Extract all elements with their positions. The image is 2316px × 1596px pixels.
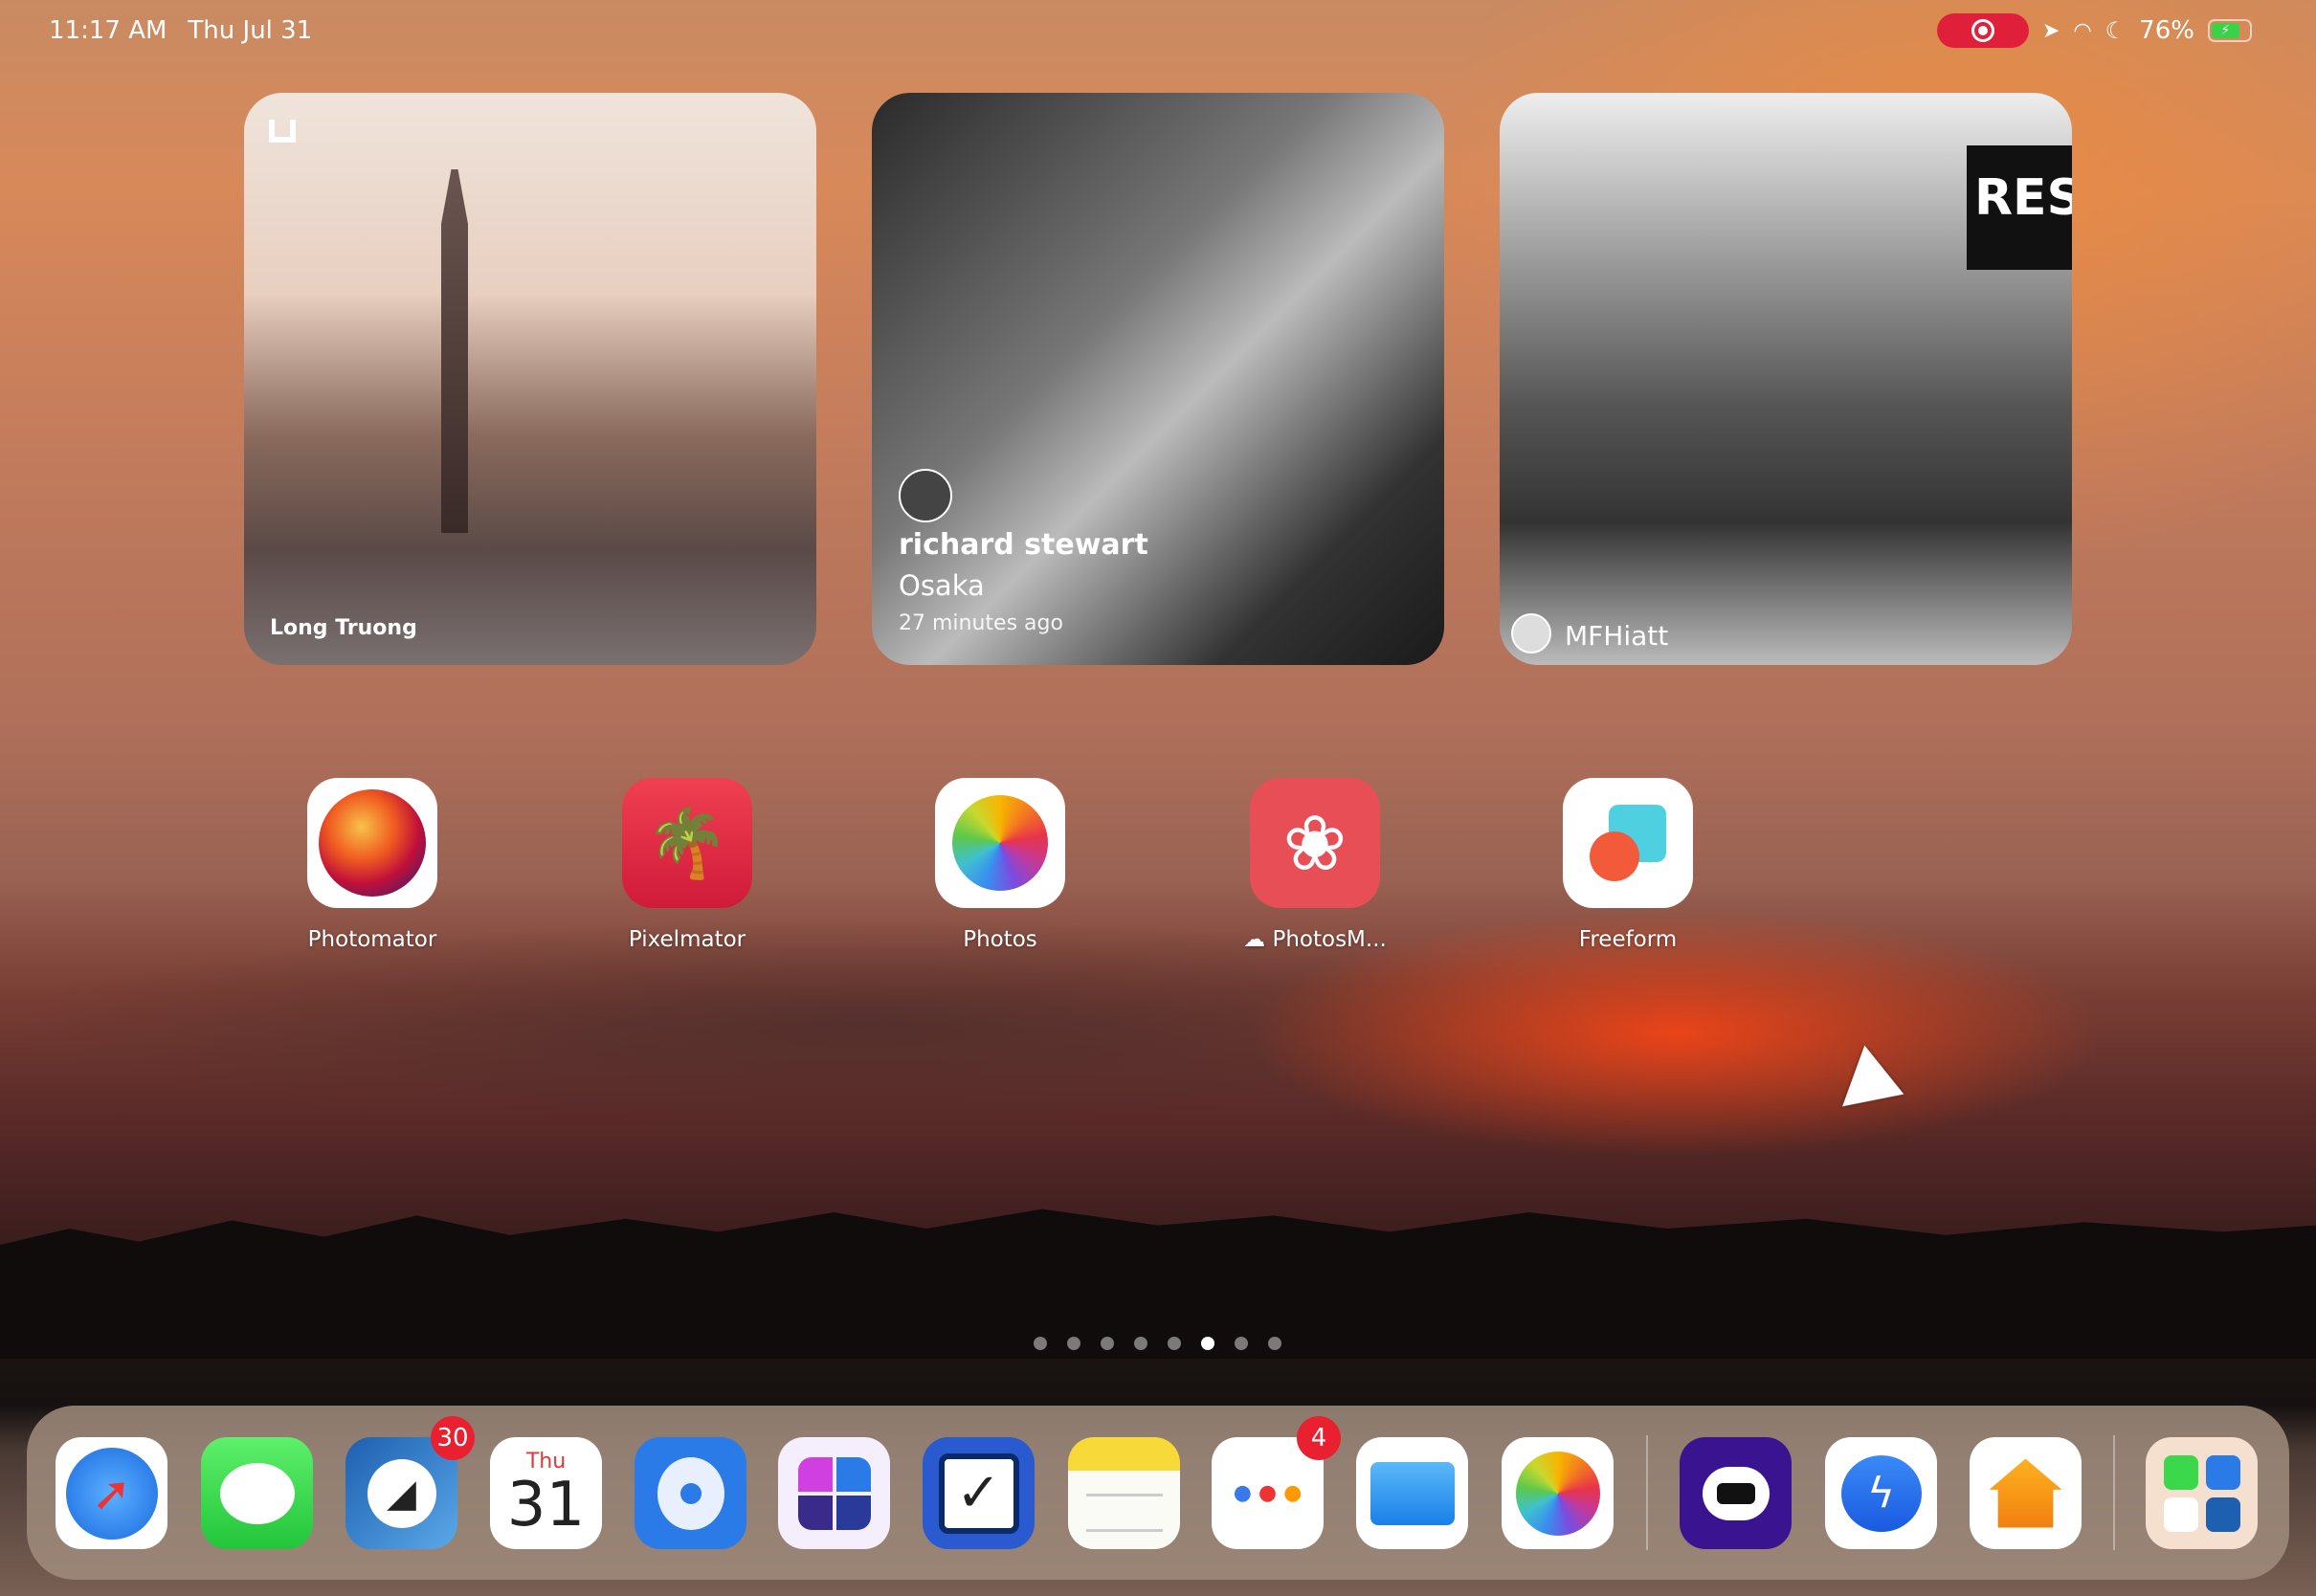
tower-silhouette [441, 169, 468, 533]
icloud-download-icon: ☁ [1243, 927, 1266, 952]
dock-omnifocus[interactable]: ✓ [923, 1437, 1035, 1549]
files-icon [1370, 1461, 1455, 1525]
calendar-date: 31 [506, 1469, 586, 1541]
app-label: Freeform [1578, 927, 1678, 952]
photo-widget-glass[interactable]: richard stewart Osaka 27 minutes ago [872, 93, 1444, 665]
wifi-icon: ◠ [2073, 18, 2092, 43]
dock-craft[interactable] [778, 1437, 890, 1549]
tweetbot-icon [657, 1456, 724, 1530]
dock-messages[interactable] [201, 1437, 313, 1549]
page-dot[interactable] [1067, 1337, 1080, 1350]
app-label: Photomator [307, 927, 437, 952]
app-label: Photos [963, 927, 1037, 952]
photosm-icon: ❀ [1250, 778, 1380, 908]
notification-badge: 30 [431, 1416, 475, 1460]
dock-notes[interactable] [1068, 1437, 1180, 1549]
dock-files[interactable] [1356, 1437, 1468, 1549]
status-indicators: ➤ ◠ ☾ 76% ⚡ [1937, 13, 2252, 48]
dock-app-library[interactable] [2146, 1437, 2258, 1549]
dock-separator [2113, 1435, 2115, 1550]
location-icon: ➤ [2042, 18, 2060, 43]
pixelmator-icon: 🌴 [622, 778, 752, 908]
messages-icon [219, 1462, 295, 1524]
app-label: PhotosM... [1272, 927, 1387, 952]
dock-reminders[interactable]: ● ● ● 4 [1212, 1416, 1341, 1549]
dock-home[interactable] [1970, 1437, 2082, 1549]
battery-percent: 76% [2139, 16, 2194, 45]
status-clock: 11:17 AM Thu Jul 31 [49, 13, 312, 48]
app-photomator[interactable]: Photomator [277, 778, 468, 952]
page-dot[interactable] [1168, 1337, 1181, 1350]
dock-photos[interactable] [1502, 1437, 1614, 1549]
time: 11:17 AM [49, 16, 167, 45]
dock-separator [1646, 1435, 1648, 1550]
focus-moon-icon: ☾ [2104, 17, 2127, 44]
page-dot-current[interactable] [1201, 1337, 1214, 1350]
cloud-app-icon [1702, 1466, 1770, 1520]
app-library-icon [2163, 1454, 2240, 1532]
page-dot[interactable] [1101, 1337, 1114, 1350]
app-freeform[interactable]: Freeform [1532, 778, 1724, 952]
unsplash-icon [269, 120, 296, 143]
app-label: Pixelmator [628, 927, 746, 952]
dock-calendar[interactable]: Thu 31 [490, 1437, 602, 1549]
freeform-icon [1563, 778, 1693, 908]
home-icon [1989, 1458, 2062, 1528]
avatar [899, 469, 952, 522]
photomator-icon [307, 778, 437, 908]
app-photosm[interactable]: ❀ ☁ PhotosM... [1219, 778, 1411, 952]
dock-tweetbot[interactable] [635, 1437, 746, 1549]
page-dot[interactable] [1268, 1337, 1281, 1350]
reminders-icon: ● ● ● [1233, 1480, 1303, 1505]
omnifocus-icon: ✓ [938, 1452, 1019, 1534]
photos-icon [1515, 1451, 1600, 1536]
app-label-row: ☁ PhotosM... [1219, 927, 1411, 952]
airmail-icon: ◢ [367, 1458, 436, 1528]
dock-cloud-app[interactable] [1680, 1437, 1792, 1549]
photo-author: richard stewart [899, 528, 1148, 562]
app-photos[interactable]: Photos [904, 778, 1096, 952]
messenger-icon: ϟ [1840, 1454, 1922, 1532]
photo-location: Osaka [899, 569, 985, 602]
page-indicator[interactable] [1034, 1337, 1281, 1350]
photo-author: Long Truong [270, 616, 417, 640]
dock-airmail[interactable]: ◢ 30 [345, 1416, 475, 1549]
dock-safari[interactable]: ➚ [56, 1437, 167, 1549]
page-dot[interactable] [1134, 1337, 1147, 1350]
notification-badge: 4 [1297, 1416, 1341, 1460]
photo-author: MFHiatt [1565, 620, 1669, 652]
avatar [1511, 613, 1551, 654]
photos-icon [935, 778, 1065, 908]
protest-sign: RESIS [1967, 145, 2072, 270]
page-dot[interactable] [1034, 1337, 1047, 1350]
safari-icon: ➚ [65, 1447, 158, 1540]
dock-messenger[interactable]: ϟ [1825, 1437, 1937, 1549]
craft-icon [797, 1456, 871, 1530]
photo-widget-unsplash[interactable]: Long Truong [244, 93, 816, 665]
notes-icon [1085, 1493, 1163, 1532]
photo-widget-protest[interactable]: RESIS MFHiatt [1500, 93, 2072, 665]
page-dot[interactable] [1235, 1337, 1248, 1350]
date: Thu Jul 31 [188, 16, 313, 45]
wallpaper-treeline [0, 1208, 2316, 1359]
battery-charging-icon: ⚡ [2207, 19, 2252, 42]
screen-recording-icon[interactable] [1937, 13, 2029, 48]
photo-time: 27 minutes ago [899, 611, 1063, 635]
app-pixelmator[interactable]: 🌴 Pixelmator [591, 778, 783, 952]
